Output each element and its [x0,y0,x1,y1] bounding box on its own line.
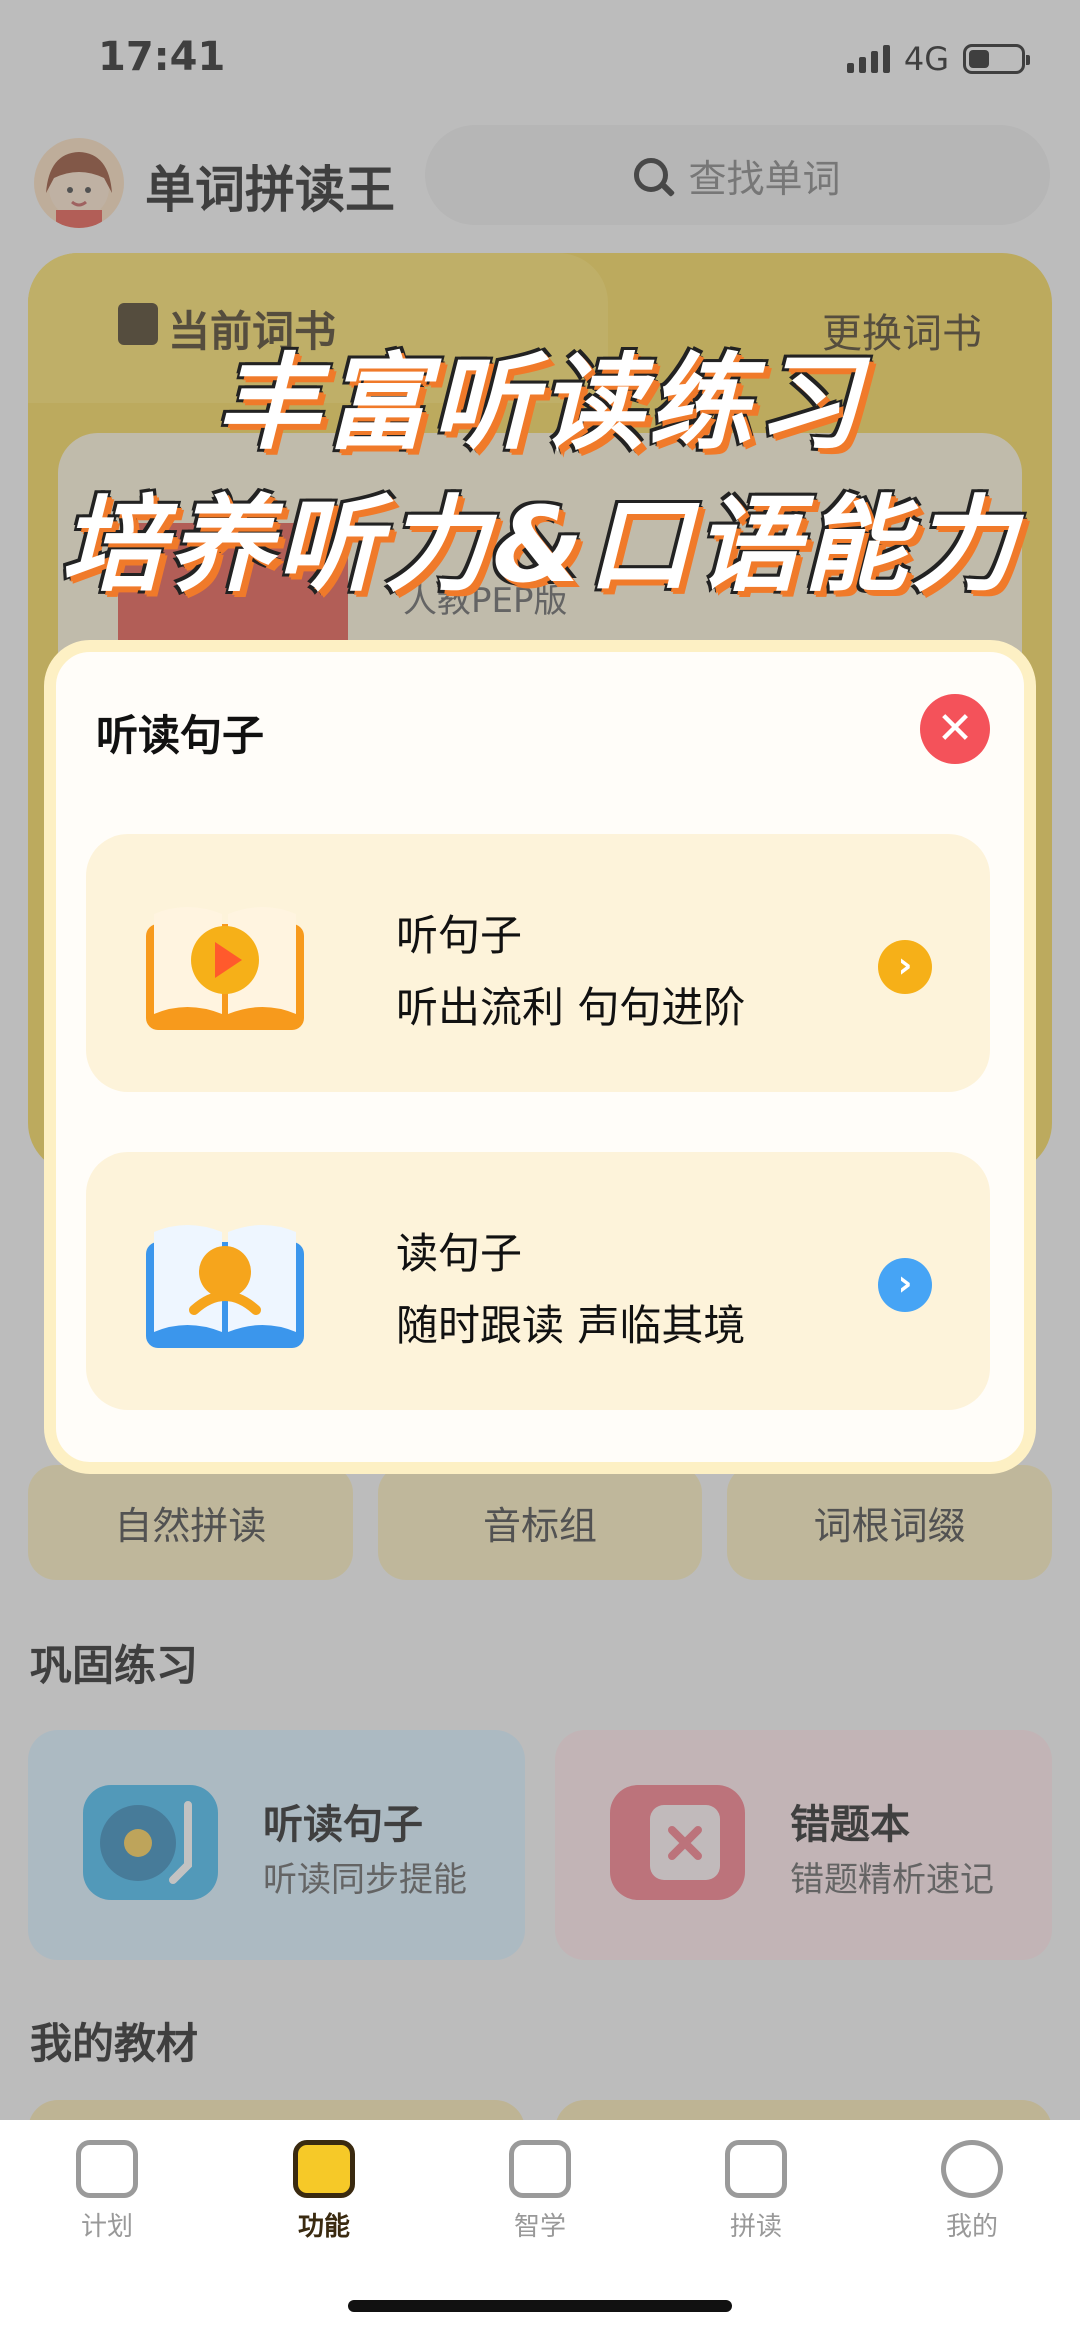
star-notebook-icon [725,2140,787,2198]
smile-icon [941,2140,1003,2198]
play-book-icon [142,894,308,1034]
listen-read-modal: 听读句子 ✕ 听句子 听出流利 句句进阶 › 读句子 随时跟读 声临其境 › [44,640,1036,1474]
chevron-right-icon[interactable]: › [878,1258,932,1312]
read-sentence-option[interactable]: 读句子 随时跟读 声临其境 › [86,1152,990,1410]
promo-headline-1: 丰富听读练习 [215,342,864,464]
tab-phonics[interactable]: 拼读 [696,2140,816,2243]
tab-label: 拼读 [729,2212,782,2242]
listen-sentence-option[interactable]: 听句子 听出流利 句句进阶 › [86,834,990,1092]
tab-label: 计划 [80,2212,133,2242]
tab-smart-learn[interactable]: 智学 [480,2140,600,2243]
tab-features[interactable]: 功能 [264,2140,384,2243]
tab-me[interactable]: 我的 [912,2140,1032,2243]
option-subtitle: 随时跟读 声临其境 [396,1301,746,1350]
tab-label: 智学 [513,2212,566,2242]
tab-label: 功能 [297,2212,350,2242]
promo-headline-2: 培养听力&口语能力 [60,484,1020,606]
option-subtitle: 听出流利 句句进阶 [396,983,746,1032]
chevron-right-icon[interactable]: › [878,940,932,994]
home-indicator [348,2300,732,2312]
reader-book-icon [142,1212,308,1352]
close-icon: ✕ [936,703,974,754]
option-title: 读句子 [396,1229,523,1278]
calendar-icon [76,2140,138,2198]
tab-plan[interactable]: 计划 [47,2140,167,2243]
robot-icon [509,2140,571,2198]
close-button[interactable]: ✕ [920,694,990,764]
book-icon [293,2140,355,2198]
modal-title: 听读句子 [96,711,265,760]
tab-label: 我的 [945,2212,998,2242]
option-title: 听句子 [396,911,523,960]
